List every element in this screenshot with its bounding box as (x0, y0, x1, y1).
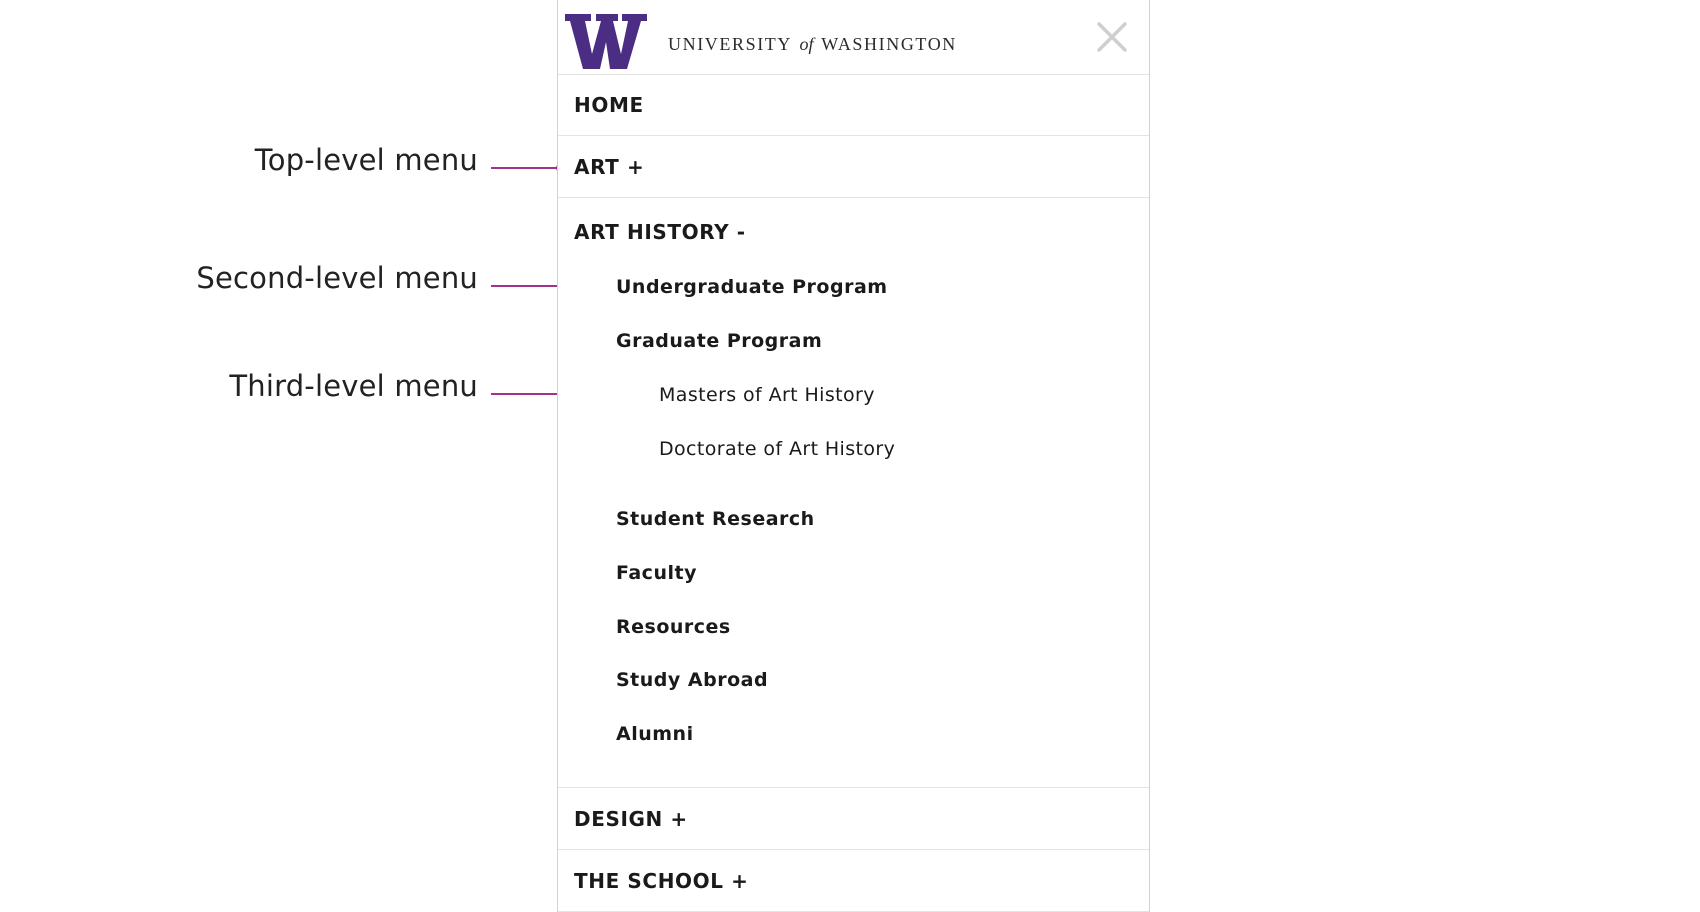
submenu-resources[interactable]: Resources (616, 616, 731, 638)
submenu-undergraduate-program[interactable]: Undergraduate Program (616, 276, 888, 298)
wordmark-of: of (799, 34, 814, 54)
submenu-study-abroad[interactable]: Study Abroad (616, 669, 768, 691)
wordmark-washington: WASHINGTON (821, 34, 957, 54)
menu-header: UNIVERSITY of WASHINGTON (558, 0, 1149, 75)
annotation-third-level-label: Third-level menu (229, 369, 478, 403)
menu-item-art-label: ART + (574, 155, 645, 179)
submenu-faculty[interactable]: Faculty (616, 562, 697, 584)
menu-item-art[interactable]: ART + (558, 136, 1149, 198)
third-level-masters-of-art-history[interactable]: Masters of Art History (659, 384, 875, 406)
mobile-menu-panel: UNIVERSITY of WASHINGTON HOME ART + ART … (557, 0, 1150, 912)
annotation-second-level-label: Second-level menu (196, 261, 478, 295)
close-x-icon[interactable] (1095, 20, 1129, 54)
menu-item-design[interactable]: DESIGN + (558, 788, 1149, 850)
third-level-doctorate-of-art-history[interactable]: Doctorate of Art History (659, 438, 895, 460)
submenu-alumni[interactable]: Alumni (616, 723, 694, 745)
menu-item-the-school[interactable]: THE SCHOOL + (558, 850, 1149, 912)
menu-item-art-history-expanded: ART HISTORY - Undergraduate Program Grad… (558, 200, 1149, 788)
annotation-top-level-line (491, 167, 559, 169)
menu-item-the-school-label: THE SCHOOL + (574, 869, 749, 893)
menu-item-home-label: HOME (574, 93, 644, 117)
submenu-graduate-program[interactable]: Graduate Program (616, 330, 822, 352)
university-wordmark: UNIVERSITY of WASHINGTON (668, 34, 957, 55)
menu-item-design-label: DESIGN + (574, 807, 688, 831)
menu-item-home[interactable]: HOME (558, 74, 1149, 136)
annotation-top-level-label: Top-level menu (254, 143, 478, 177)
wordmark-university: UNIVERSITY (668, 34, 792, 54)
submenu-student-research[interactable]: Student Research (616, 508, 815, 530)
menu-item-art-history-toggle[interactable]: ART HISTORY - (574, 220, 746, 244)
uw-w-logo-icon (565, 14, 647, 69)
